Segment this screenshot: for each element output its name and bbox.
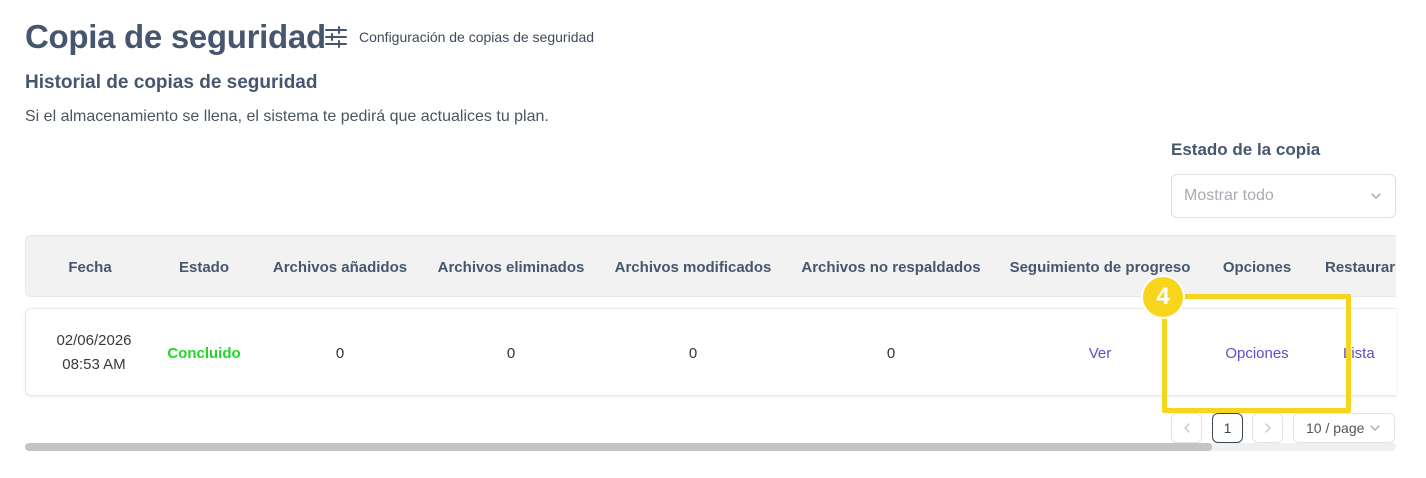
history-title: Historial de copias de seguridad [25,72,318,93]
column-header-added: Archivos añadidos [272,258,408,276]
page-size-label: 10 / page [1306,420,1365,436]
column-header-modified: Archivos modificados [614,258,772,276]
files-added-value: 0 [335,344,345,362]
backup-time: 08:53 AM [62,356,126,373]
status-badge: Concluido [167,344,241,362]
restore-list-link[interactable]: Lista [1326,309,1396,397]
status-filter-select[interactable]: Mostrar todo [1171,174,1396,218]
page-title: Copia de seguridad [25,18,326,55]
chevron-left-icon [1183,423,1190,433]
column-header-status: Estado [178,258,229,276]
table-row: 02/06/2026 08:53 AM Concluido 0 0 0 0 Ve… [25,308,1396,396]
column-header-date: Fecha [68,258,112,276]
tutorial-step-badge: 4 [1143,277,1183,317]
next-page-button[interactable] [1252,413,1283,443]
options-link[interactable]: Opciones [1208,309,1306,397]
page-size-select[interactable]: 10 / page [1293,413,1395,443]
chevron-down-icon [1370,425,1381,431]
sliders-icon [325,26,347,48]
files-not-backed-up-value: 0 [886,344,896,362]
backup-settings-link[interactable]: Configuración de copias de seguridad [324,24,594,50]
backup-date: 02/06/2026 [56,332,132,349]
prev-page-button[interactable] [1171,413,1202,443]
view-progress-link[interactable]: Ver [992,309,1208,397]
status-filter-placeholder: Mostrar todo [1184,187,1274,204]
files-modified-value: 0 [688,344,698,362]
column-header-options: Opciones [1222,258,1292,276]
horizontal-scrollbar-thumb[interactable] [25,443,1212,451]
table-header: Fecha Estado Archivos añadidos Archivos … [25,235,1396,297]
backup-datetime: 02/06/2026 08:53 AM [26,309,162,397]
page-number-button[interactable]: 1 [1212,413,1243,443]
backup-settings-label: Configuración de copias de seguridad [359,29,595,45]
files-deleted-value: 0 [506,344,516,362]
column-header-not-backed-up: Archivos no respaldados [801,258,981,276]
chevron-right-icon [1264,423,1271,433]
chevron-down-icon [1371,193,1381,199]
column-header-restore: Restaurar [1325,258,1396,276]
status-filter-label: Estado de la copia [1171,140,1321,159]
storage-hint: Si el almacenamiento se llena, el sistem… [25,108,549,125]
column-header-deleted: Archivos eliminados [437,258,585,276]
